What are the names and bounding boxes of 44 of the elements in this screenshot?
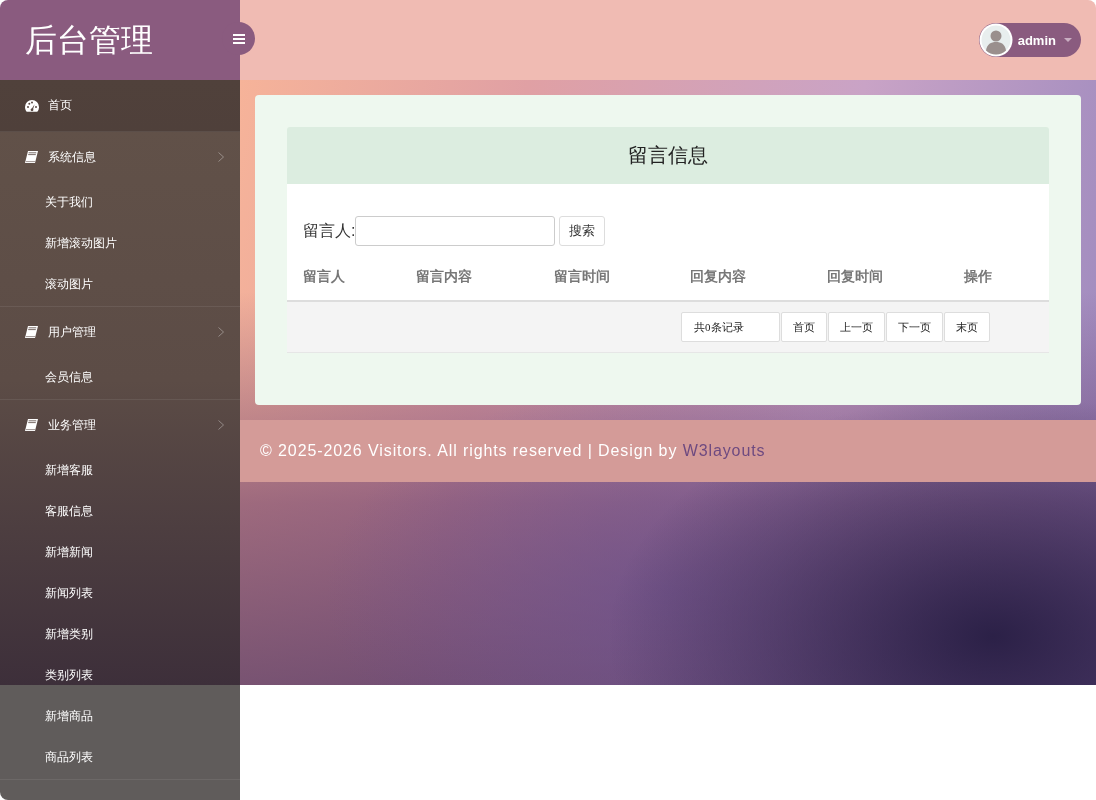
submenu-item[interactable]: 新增新闻 <box>0 532 240 573</box>
submenu-item[interactable]: 客服信息 <box>0 491 240 532</box>
book-icon <box>25 151 38 163</box>
column-header: 留言内容 <box>416 268 472 284</box>
submenu-item[interactable]: 新增类别 <box>0 614 240 655</box>
chevron-right-icon <box>218 327 224 337</box>
submenu-item[interactable]: 新增滚动图片 <box>0 223 240 264</box>
column-header: 回复内容 <box>690 268 746 284</box>
menu-group[interactable]: 业务管理 <box>0 400 240 450</box>
footer-text: © 2025-2026 Visitors. All rights reserved | Design by W3layouts <box>260 442 766 460</box>
search-label: 留言人: <box>303 220 356 241</box>
submenu-item[interactable]: 关于我们 <box>0 182 240 223</box>
page-button[interactable]: 下一页 <box>886 312 943 342</box>
chevron-right-icon <box>218 420 224 430</box>
menu-icon <box>232 33 245 44</box>
submenu-item[interactable]: 会员信息 <box>0 357 240 398</box>
submenu-item[interactable]: 滚动图片 <box>0 264 240 305</box>
app-title: 后台管理 <box>25 21 153 60</box>
submenu-item[interactable]: 商品列表 <box>0 737 240 778</box>
avatar-icon <box>978 23 1013 57</box>
caret-icon <box>1064 38 1072 42</box>
submenu-item[interactable]: 新闻列表 <box>0 573 240 614</box>
submenu-item[interactable]: 新增客服 <box>0 450 240 491</box>
record-count: 共0条记录 <box>681 312 780 342</box>
menu-item[interactable]: 首页 <box>0 80 240 132</box>
submenu-item[interactable]: 新增商品 <box>0 696 240 737</box>
page-button[interactable]: 首页 <box>781 312 827 342</box>
dashboard-icon <box>25 99 39 112</box>
column-header: 留言人 <box>303 268 345 284</box>
search-field[interactable] <box>355 216 556 246</box>
chevron-right-icon <box>218 152 224 162</box>
search-button[interactable]: 搜索 <box>559 216 606 246</box>
column-header: 留言时间 <box>554 268 610 284</box>
book-icon <box>25 326 38 338</box>
column-header: 操作 <box>964 268 992 284</box>
menu-group[interactable]: 用户管理 <box>0 307 240 357</box>
page-button[interactable]: 上一页 <box>828 312 885 342</box>
page-button[interactable]: 末页 <box>944 312 990 342</box>
column-header: 回复时间 <box>827 268 883 284</box>
panel-title: 留言信息 <box>628 143 708 168</box>
menu-group[interactable]: 系统信息 <box>0 132 240 182</box>
submenu-item[interactable]: 类别列表 <box>0 655 240 696</box>
book-icon <box>25 419 38 431</box>
user-menu-button[interactable]: admin <box>978 23 1081 57</box>
